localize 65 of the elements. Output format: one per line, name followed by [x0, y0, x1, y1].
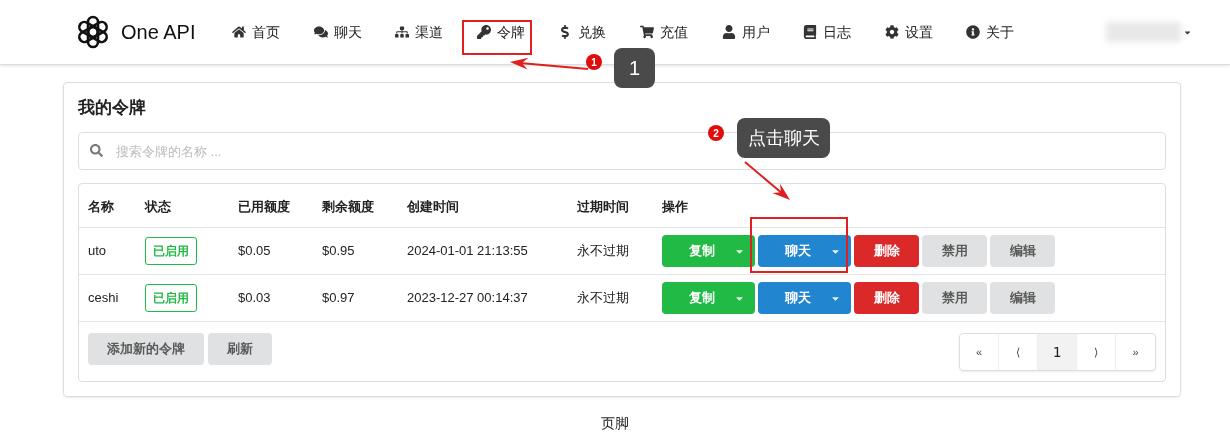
status-badge: 已启用	[145, 284, 197, 312]
cart-icon	[639, 25, 654, 39]
column-header: 过期时间	[577, 198, 629, 214]
column-header: 状态	[145, 198, 171, 214]
nav-item[interactable]: 日志	[799, 21, 881, 43]
table-cell: $0.97	[322, 290, 355, 306]
action-button[interactable]: 禁用	[922, 282, 987, 314]
action-button[interactable]: 聊天	[758, 282, 830, 314]
arrow	[744, 161, 790, 200]
table-cell: uto	[88, 243, 107, 259]
split-button[interactable]: 聊天	[758, 282, 851, 314]
nav-item[interactable]: 渠道	[391, 21, 473, 43]
page-link[interactable]: »	[1116, 334, 1155, 370]
step-badge: 1	[586, 54, 602, 70]
toolbar-button[interactable]: 添加新的令牌	[88, 333, 204, 365]
nav-item[interactable]: 充值	[635, 21, 718, 43]
table-cell: 2023-12-27 00:14:37	[407, 290, 528, 306]
table-cell: $0.05	[238, 243, 271, 259]
column-header: 操作	[662, 198, 688, 214]
table-cell: 永不过期	[577, 290, 629, 306]
chat-bubbles-icon	[313, 25, 328, 39]
action-button[interactable]: 删除	[854, 235, 919, 267]
nav-item[interactable]: 首页	[228, 21, 310, 43]
nav-item[interactable]: 令牌	[472, 21, 555, 43]
status-badge: 已启用	[145, 237, 197, 265]
brand-name[interactable]: One API	[121, 17, 228, 47]
table-cell: 2024-01-01 21:13:55	[407, 243, 528, 259]
action-button[interactable]: 禁用	[922, 235, 987, 267]
callout-bubble: 1	[614, 48, 655, 88]
action-button[interactable]: 删除	[854, 282, 919, 314]
info-icon	[966, 25, 981, 39]
sitemap-icon	[395, 25, 410, 39]
user-icon	[721, 25, 736, 39]
logo-icon	[75, 14, 111, 50]
page-link[interactable]: 1	[1038, 334, 1077, 370]
split-button[interactable]: 聊天	[758, 235, 851, 267]
action-button[interactable]: 编辑	[990, 235, 1055, 267]
book-icon	[803, 25, 818, 39]
nav-item[interactable]: 关于	[962, 21, 1044, 43]
nav-item[interactable]: 设置	[880, 21, 963, 43]
page-link[interactable]: «	[960, 334, 999, 370]
highlight-frame	[462, 20, 532, 55]
table-cell: 永不过期	[577, 243, 629, 259]
column-header: 创建时间	[407, 198, 459, 214]
callout-bubble: 点击聊天	[737, 118, 830, 158]
step-badge: 2	[708, 125, 724, 141]
home-icon	[232, 25, 246, 39]
action-button[interactable]: 编辑	[990, 282, 1055, 314]
action-button[interactable]: 聊天	[758, 235, 830, 267]
page-footer: 页脚	[601, 413, 629, 434]
table-cell: ceshi	[88, 290, 119, 306]
column-header: 名称	[88, 198, 114, 214]
settings-icon	[884, 25, 899, 39]
column-header: 已用额度	[238, 198, 290, 214]
toolbar-button[interactable]: 刷新	[208, 333, 272, 365]
table-cell: $0.95	[322, 243, 355, 259]
nav-item[interactable]: 用户	[717, 21, 800, 43]
search-icon	[90, 144, 103, 157]
page-link[interactable]: ⟩	[1077, 334, 1116, 370]
column-header: 剩余额度	[322, 198, 374, 214]
nav-item[interactable]: 聊天	[309, 21, 392, 43]
nav-item[interactable]: 兑换	[554, 21, 636, 43]
table-cell: $0.03	[238, 290, 271, 306]
key-icon	[476, 25, 491, 39]
card-title: 我的令牌	[78, 97, 147, 119]
